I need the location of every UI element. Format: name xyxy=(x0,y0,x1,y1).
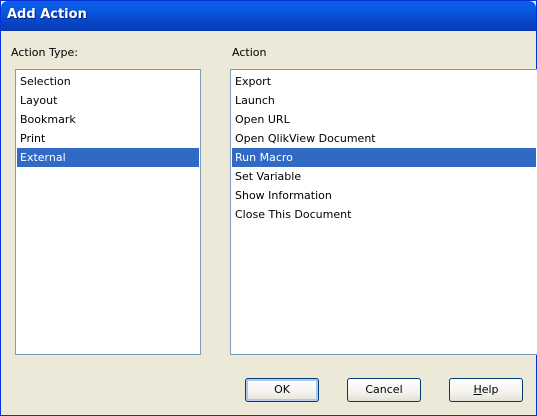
action-item-close-this-document[interactable]: Close This Document xyxy=(232,205,536,224)
action-list: Export Launch Open URL Open QlikView Doc… xyxy=(232,72,536,224)
window-title: Add Action xyxy=(7,7,87,22)
action-listbox[interactable]: Export Launch Open URL Open QlikView Doc… xyxy=(230,69,537,355)
action-item-run-macro[interactable]: Run Macro xyxy=(232,148,536,167)
action-type-item-external[interactable]: External xyxy=(17,148,199,167)
action-type-listbox[interactable]: Selection Layout Bookmark Print External xyxy=(15,69,201,355)
action-item-launch[interactable]: Launch xyxy=(232,91,536,110)
action-item-open-url[interactable]: Open URL xyxy=(232,110,536,129)
action-type-label: Action Type: xyxy=(11,46,78,59)
action-type-item-print[interactable]: Print xyxy=(17,129,199,148)
cancel-button[interactable]: Cancel xyxy=(347,378,421,402)
action-label: Action xyxy=(232,46,267,59)
action-type-item-bookmark[interactable]: Bookmark xyxy=(17,110,199,129)
action-item-open-qlikview-document[interactable]: Open QlikView Document xyxy=(232,129,536,148)
action-item-export[interactable]: Export xyxy=(232,72,536,91)
help-label-rest: elp xyxy=(481,383,499,396)
action-item-show-information[interactable]: Show Information xyxy=(232,186,536,205)
ok-button[interactable]: OK xyxy=(245,378,319,402)
action-type-list: Selection Layout Bookmark Print External xyxy=(17,72,199,167)
title-bar[interactable]: Add Action xyxy=(1,1,536,31)
action-item-set-variable[interactable]: Set Variable xyxy=(232,167,536,186)
help-mnemonic: H xyxy=(473,383,482,396)
action-type-item-layout[interactable]: Layout xyxy=(17,91,199,110)
add-action-dialog: Add Action Action Type: Selection Layout… xyxy=(0,0,537,416)
action-type-item-selection[interactable]: Selection xyxy=(17,72,199,91)
help-button[interactable]: Help xyxy=(449,378,523,402)
